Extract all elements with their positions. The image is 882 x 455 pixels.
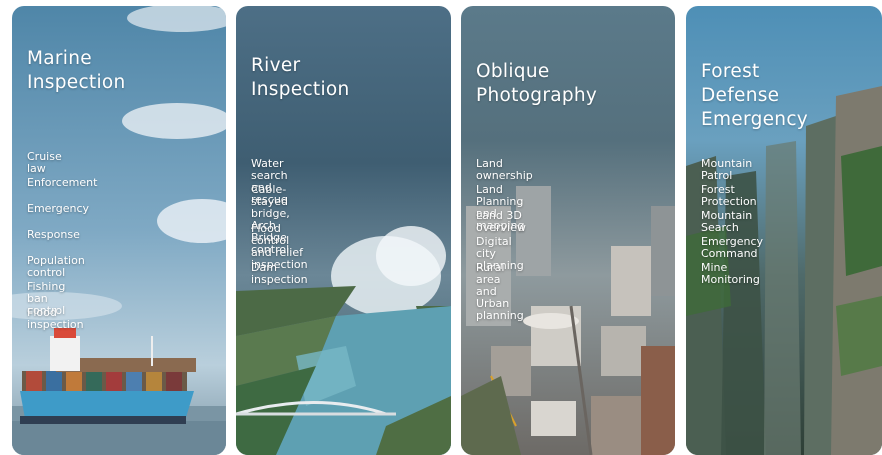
list-item: Forest Protection bbox=[701, 183, 757, 208]
card-forest-defense-emergency[interactable]: Forest Defense Emergency Mountain Patrol… bbox=[686, 6, 882, 455]
list-item: Mine Monitoring bbox=[701, 261, 760, 286]
list-item: Cruise law bbox=[27, 150, 62, 175]
list-item: Mountain Patrol bbox=[701, 157, 753, 182]
card-title: Forest Defense Emergency bbox=[701, 61, 809, 130]
list-item: Emergency Command bbox=[701, 235, 764, 260]
card-river-inspection[interactable]: River Inspection Water search and rescue… bbox=[236, 6, 451, 455]
list-item: Flood inspection bbox=[27, 306, 84, 331]
card-marine-inspection[interactable]: Marine Inspection Cruise law Enforcement… bbox=[12, 6, 226, 455]
list-item: Land 3D overview bbox=[476, 209, 526, 234]
card-oblique-photography[interactable]: Oblique Photography Land ownership Land … bbox=[461, 6, 675, 455]
list-item: Emergency bbox=[27, 202, 90, 215]
list-item: Enforcement bbox=[27, 176, 98, 189]
card-title: Oblique Photography bbox=[476, 61, 598, 106]
card-title: Marine Inspection bbox=[27, 48, 126, 93]
list-item: Population control bbox=[27, 254, 85, 279]
list-item: Dam inspection bbox=[251, 261, 308, 286]
list-item: Response bbox=[27, 228, 80, 241]
list-item: Rural area and Urban planning bbox=[476, 261, 524, 322]
list-item: Mountain Search bbox=[701, 209, 753, 234]
card-title: River Inspection bbox=[251, 55, 350, 100]
list-item: Land ownership bbox=[476, 157, 533, 182]
